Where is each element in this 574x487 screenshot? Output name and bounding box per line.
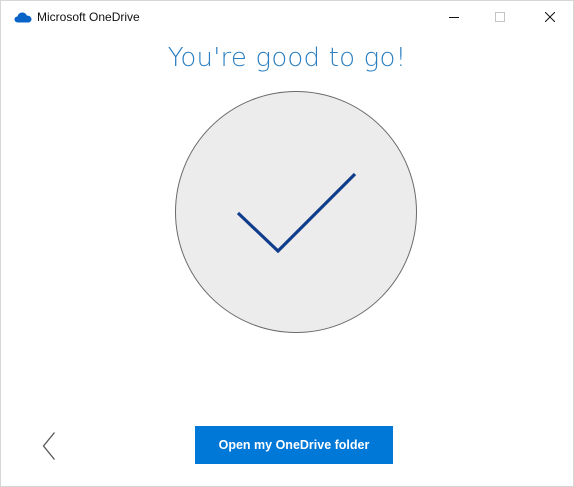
close-button[interactable] <box>527 1 573 33</box>
close-icon <box>545 12 555 22</box>
window-title: Microsoft OneDrive <box>37 10 140 24</box>
success-illustration <box>175 91 417 333</box>
minimize-icon <box>449 17 459 18</box>
title-bar[interactable]: Microsoft OneDrive <box>1 1 573 33</box>
chevron-left-icon <box>42 432 56 460</box>
page-title: You're good to go! <box>167 43 407 73</box>
maximize-button[interactable] <box>477 1 523 33</box>
open-onedrive-folder-button[interactable]: Open my OneDrive folder <box>195 426 393 464</box>
minimize-button[interactable] <box>431 1 477 33</box>
success-circle <box>175 91 417 333</box>
onedrive-cloud-icon <box>14 12 32 23</box>
maximize-icon <box>495 12 505 22</box>
back-button[interactable] <box>37 428 61 464</box>
onedrive-window: Microsoft OneDrive You're good to go! Op… <box>0 0 574 487</box>
